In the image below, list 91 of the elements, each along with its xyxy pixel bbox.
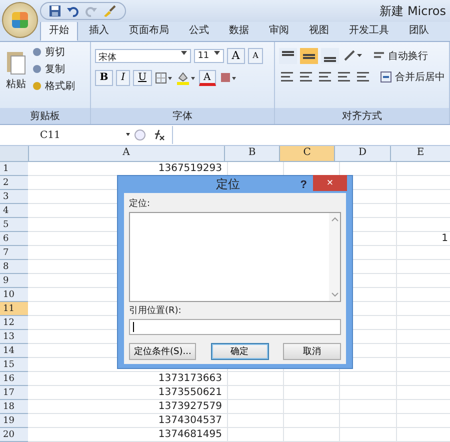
bold-button[interactable]: B [94,70,114,86]
column-header[interactable]: E [390,146,450,161]
list-label: 定位: [129,198,152,210]
clipboard-item[interactable]: 剪切 [32,45,75,59]
group-label: 剪贴板 [0,108,90,124]
font-size-field[interactable]: 11 [194,49,224,63]
row-header[interactable]: 8 [0,260,28,274]
scroll-down-icon[interactable] [330,292,338,297]
column-header[interactable]: C [279,146,334,161]
row-header[interactable]: 19 [0,414,28,428]
ribbon-tab[interactable]: 开发工具 [340,20,398,41]
column-header[interactable]: D [334,146,390,161]
reference-label: 引用位置(R): [129,304,182,317]
row-header[interactable]: 1 [0,162,28,176]
merge-center-button[interactable]: 合并后居中 [380,70,445,84]
row-header[interactable]: 3 [0,190,28,204]
row-header[interactable]: 4 [0,204,28,218]
wrap-text-button[interactable]: 自动换行 [373,49,428,63]
group-label: 对齐方式 [275,108,449,124]
special-button[interactable]: 定位条件(S)... [129,343,196,360]
ribbon-tab[interactable]: 审阅 [260,20,298,41]
align-icon[interactable] [279,70,295,84]
phonetic-icon[interactable] [218,71,237,85]
ribbon-tab[interactable]: 页面布局 [120,20,178,41]
row-header[interactable]: 12 [0,316,28,330]
scrollbar[interactable] [329,213,340,301]
ribbon-tab[interactable]: 公式 [180,20,218,41]
table-cell-text: 1374681495 [157,428,223,442]
table-cell-text: 1373173663 [157,372,223,386]
table-cell-text: 1373550621 [157,386,223,400]
italic-button[interactable]: I [116,70,130,86]
table-cell-text: 1367519293 [157,162,223,176]
save-icon[interactable] [49,5,61,17]
table-cell-text: 1373927579 [157,400,223,414]
row-header[interactable]: 20 [0,428,28,442]
name-box[interactable]: C11 [0,130,120,140]
align-icon[interactable] [336,70,352,84]
ribbon-tab[interactable]: 视图 [300,20,338,41]
function-icon[interactable] [126,128,166,142]
font-name-field[interactable]: 宋体 [94,49,191,63]
shrink-font-button[interactable]: A [248,48,264,64]
ribbon-tab[interactable]: 插入 [80,20,118,41]
row-header[interactable]: 15 [0,358,28,372]
fill-color-icon[interactable] [176,71,196,85]
close-button[interactable]: × [313,174,347,190]
row-header[interactable]: 9 [0,274,28,288]
clipboard-icon [6,49,26,75]
row-header[interactable]: 5 [0,218,28,232]
row-header[interactable]: 18 [0,400,28,414]
dialog-title: 定位 [216,176,240,193]
reference-field[interactable] [129,319,341,335]
window-title: 新建 Micros [380,2,446,20]
paste-button[interactable]: 粘贴 [4,45,28,108]
row-header[interactable]: 6 [0,232,28,246]
row-header[interactable]: 11 [0,302,28,316]
row-header[interactable]: 7 [0,246,28,260]
ribbon-tab[interactable]: 团队 [400,20,438,41]
help-button[interactable]: ? [294,178,313,190]
scroll-up-icon[interactable] [330,217,338,222]
align-icon[interactable] [321,48,339,64]
dropdown-icon [180,51,187,56]
office-button[interactable] [2,2,38,38]
align-icon[interactable] [355,70,371,84]
dialog-button[interactable]: 取消 [282,343,341,360]
clipboard-item[interactable]: 复制 [32,62,75,76]
dialog-button[interactable]: 确定 [210,343,269,360]
row-header[interactable]: 16 [0,372,28,386]
group-label: 字体 [90,108,274,124]
go-to-list[interactable] [129,212,341,302]
dropdown-icon [214,51,220,56]
align-icon[interactable] [279,48,297,64]
row-header[interactable]: 2 [0,176,28,190]
ribbon-tab[interactable]: 数据 [220,20,258,41]
undo-icon[interactable] [67,5,79,17]
grow-font-button[interactable]: A [226,48,245,64]
column-header[interactable]: A [28,146,224,161]
row-header[interactable]: 17 [0,386,28,400]
underline-button[interactable]: U [133,70,152,86]
table-cell-text: 1374304537 [157,414,223,428]
table-cell-text: 1 [440,232,449,246]
align-icon[interactable] [317,70,333,84]
font-color-button[interactable]: A [198,70,216,86]
row-header[interactable]: 10 [0,288,28,302]
merge-cells-icon [380,71,392,83]
clipboard-item[interactable]: 格式刷 [32,79,75,93]
border-icon[interactable] [154,71,173,85]
ribbon-tab[interactable]: 开始 [40,20,78,41]
row-header[interactable]: 13 [0,330,28,344]
align-icon[interactable] [298,70,314,84]
align-icon[interactable] [300,48,318,64]
row-header[interactable]: 14 [0,344,28,358]
